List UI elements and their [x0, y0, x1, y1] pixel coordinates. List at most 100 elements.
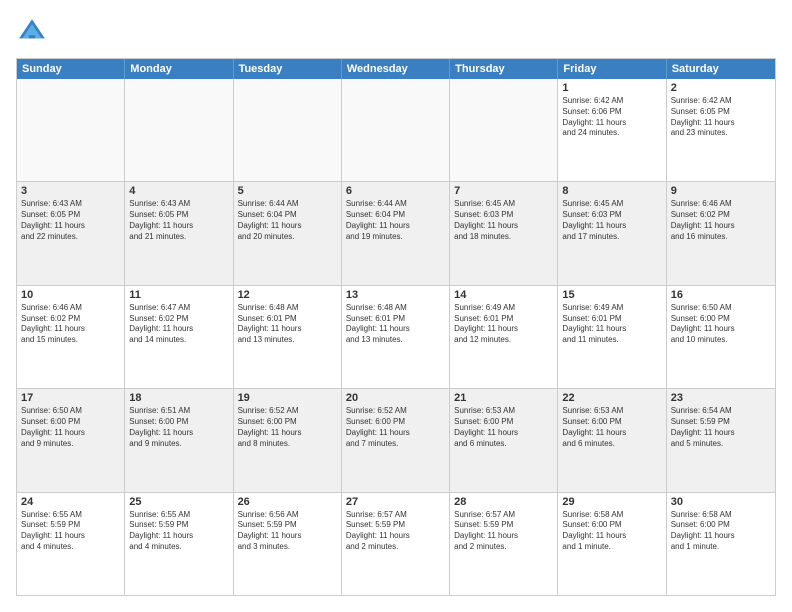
day-number: 13 [346, 289, 445, 301]
day-number: 14 [454, 289, 553, 301]
cell-info: Sunrise: 6:57 AM Sunset: 5:59 PM Dayligh… [454, 510, 553, 553]
cell-info: Sunrise: 6:54 AM Sunset: 5:59 PM Dayligh… [671, 406, 771, 449]
cell-info: Sunrise: 6:45 AM Sunset: 6:03 PM Dayligh… [562, 199, 661, 242]
day-number: 30 [671, 496, 771, 508]
day-number: 9 [671, 185, 771, 197]
day-number: 17 [21, 392, 120, 404]
calendar-cell: 13 Sunrise: 6:48 AM Sunset: 6:01 PM Dayli… [342, 286, 450, 388]
cell-info: Sunrise: 6:55 AM Sunset: 5:59 PM Dayligh… [21, 510, 120, 553]
day-number: 21 [454, 392, 553, 404]
cell-info: Sunrise: 6:48 AM Sunset: 6:01 PM Dayligh… [346, 303, 445, 346]
header-day-sunday: Sunday [17, 59, 125, 79]
calendar-cell: 17Sunrise: 6:50 AM Sunset: 6:00 PM Dayli… [17, 389, 125, 491]
day-number: 16 [671, 289, 771, 301]
day-number: 11 [129, 289, 228, 301]
header-day-wednesday: Wednesday [342, 59, 450, 79]
cell-info: Sunrise: 6:45 AM Sunset: 6:03 PM Dayligh… [454, 199, 553, 242]
cell-info: Sunrise: 6:50 AM Sunset: 6:00 PM Dayligh… [671, 303, 771, 346]
calendar-cell: 2Sunrise: 6:42 AM Sunset: 6:05 PM Daylig… [667, 79, 775, 181]
day-number: 5 [238, 185, 337, 197]
calendar-cell: 9 Sunrise: 6:46 AM Sunset: 6:02 PM Daylig… [667, 182, 775, 284]
calendar-cell: 8Sunrise: 6:45 AM Sunset: 6:03 PM Daylig… [558, 182, 666, 284]
calendar-body: 1Sunrise: 6:42 AM Sunset: 6:06 PM Daylig… [17, 79, 775, 595]
calendar-cell: 30 Sunrise: 6:58 AM Sunset: 6:00 PM Dayli… [667, 493, 775, 595]
day-number: 3 [21, 185, 120, 197]
cell-info: Sunrise: 6:53 AM Sunset: 6:00 PM Dayligh… [562, 406, 661, 449]
calendar-row-2: 10 Sunrise: 6:46 AM Sunset: 6:02 PM Dayli… [17, 285, 775, 388]
calendar-cell [342, 79, 450, 181]
cell-info: Sunrise: 6:43 AM Sunset: 6:05 PM Dayligh… [21, 199, 120, 242]
cell-info: Sunrise: 6:52 AM Sunset: 6:00 PM Dayligh… [238, 406, 337, 449]
calendar-cell: 28 Sunrise: 6:57 AM Sunset: 5:59 PM Dayli… [450, 493, 558, 595]
header-day-thursday: Thursday [450, 59, 558, 79]
cell-info: Sunrise: 6:51 AM Sunset: 6:00 PM Dayligh… [129, 406, 228, 449]
day-number: 6 [346, 185, 445, 197]
cell-info: Sunrise: 6:42 AM Sunset: 6:06 PM Dayligh… [562, 96, 661, 139]
header-day-friday: Friday [558, 59, 666, 79]
calendar-row-1: 3 Sunrise: 6:43 AM Sunset: 6:05 PM Daylig… [17, 181, 775, 284]
calendar-row-4: 24 Sunrise: 6:55 AM Sunset: 5:59 PM Dayli… [17, 492, 775, 595]
day-number: 23 [671, 392, 771, 404]
cell-info: Sunrise: 6:49 AM Sunset: 6:01 PM Dayligh… [562, 303, 661, 346]
calendar-cell [125, 79, 233, 181]
cell-info: Sunrise: 6:46 AM Sunset: 6:02 PM Dayligh… [671, 199, 771, 242]
header-day-saturday: Saturday [667, 59, 775, 79]
cell-info: Sunrise: 6:57 AM Sunset: 5:59 PM Dayligh… [346, 510, 445, 553]
calendar-cell: 22 Sunrise: 6:53 AM Sunset: 6:00 PM Dayli… [558, 389, 666, 491]
calendar-cell [450, 79, 558, 181]
day-number: 18 [129, 392, 228, 404]
cell-info: Sunrise: 6:49 AM Sunset: 6:01 PM Dayligh… [454, 303, 553, 346]
calendar-cell: 25 Sunrise: 6:55 AM Sunset: 5:59 PM Dayli… [125, 493, 233, 595]
calendar-cell [17, 79, 125, 181]
calendar-cell: 12 Sunrise: 6:48 AM Sunset: 6:01 PM Dayli… [234, 286, 342, 388]
header-day-monday: Monday [125, 59, 233, 79]
header-day-tuesday: Tuesday [234, 59, 342, 79]
day-number: 12 [238, 289, 337, 301]
calendar-row-3: 17Sunrise: 6:50 AM Sunset: 6:00 PM Dayli… [17, 388, 775, 491]
cell-info: Sunrise: 6:42 AM Sunset: 6:05 PM Dayligh… [671, 96, 771, 139]
calendar-cell: 1Sunrise: 6:42 AM Sunset: 6:06 PM Daylig… [558, 79, 666, 181]
calendar-cell: 3 Sunrise: 6:43 AM Sunset: 6:05 PM Daylig… [17, 182, 125, 284]
day-number: 22 [562, 392, 661, 404]
calendar-cell: 23 Sunrise: 6:54 AM Sunset: 5:59 PM Dayli… [667, 389, 775, 491]
cell-info: Sunrise: 6:47 AM Sunset: 6:02 PM Dayligh… [129, 303, 228, 346]
day-number: 15 [562, 289, 661, 301]
day-number: 24 [21, 496, 120, 508]
calendar-row-0: 1Sunrise: 6:42 AM Sunset: 6:06 PM Daylig… [17, 79, 775, 181]
cell-info: Sunrise: 6:44 AM Sunset: 6:04 PM Dayligh… [346, 199, 445, 242]
cell-info: Sunrise: 6:46 AM Sunset: 6:02 PM Dayligh… [21, 303, 120, 346]
calendar-cell: 20Sunrise: 6:52 AM Sunset: 6:00 PM Dayli… [342, 389, 450, 491]
calendar-cell: 4 Sunrise: 6:43 AM Sunset: 6:05 PM Daylig… [125, 182, 233, 284]
calendar-cell: 16 Sunrise: 6:50 AM Sunset: 6:00 PM Dayli… [667, 286, 775, 388]
cell-info: Sunrise: 6:56 AM Sunset: 5:59 PM Dayligh… [238, 510, 337, 553]
calendar-cell [234, 79, 342, 181]
day-number: 25 [129, 496, 228, 508]
day-number: 28 [454, 496, 553, 508]
day-number: 4 [129, 185, 228, 197]
logo [16, 16, 52, 48]
cell-info: Sunrise: 6:53 AM Sunset: 6:00 PM Dayligh… [454, 406, 553, 449]
calendar-cell: 11 Sunrise: 6:47 AM Sunset: 6:02 PM Dayli… [125, 286, 233, 388]
day-number: 26 [238, 496, 337, 508]
calendar-cell: 18 Sunrise: 6:51 AM Sunset: 6:00 PM Dayli… [125, 389, 233, 491]
calendar-cell: 6 Sunrise: 6:44 AM Sunset: 6:04 PM Daylig… [342, 182, 450, 284]
cell-info: Sunrise: 6:55 AM Sunset: 5:59 PM Dayligh… [129, 510, 228, 553]
day-number: 19 [238, 392, 337, 404]
calendar: SundayMondayTuesdayWednesdayThursdayFrid… [16, 58, 776, 596]
cell-info: Sunrise: 6:58 AM Sunset: 6:00 PM Dayligh… [671, 510, 771, 553]
calendar-cell: 5 Sunrise: 6:44 AM Sunset: 6:04 PM Daylig… [234, 182, 342, 284]
calendar-cell: 19 Sunrise: 6:52 AM Sunset: 6:00 PM Dayli… [234, 389, 342, 491]
cell-info: Sunrise: 6:43 AM Sunset: 6:05 PM Dayligh… [129, 199, 228, 242]
calendar-cell: 29 Sunrise: 6:58 AM Sunset: 6:00 PM Dayli… [558, 493, 666, 595]
cell-info: Sunrise: 6:44 AM Sunset: 6:04 PM Dayligh… [238, 199, 337, 242]
day-number: 10 [21, 289, 120, 301]
calendar-cell: 26 Sunrise: 6:56 AM Sunset: 5:59 PM Dayli… [234, 493, 342, 595]
logo-icon [16, 16, 48, 48]
calendar-header: SundayMondayTuesdayWednesdayThursdayFrid… [17, 59, 775, 79]
page: SundayMondayTuesdayWednesdayThursdayFrid… [0, 0, 792, 612]
day-number: 27 [346, 496, 445, 508]
cell-info: Sunrise: 6:48 AM Sunset: 6:01 PM Dayligh… [238, 303, 337, 346]
day-number: 29 [562, 496, 661, 508]
cell-info: Sunrise: 6:52 AM Sunset: 6:00 PM Dayligh… [346, 406, 445, 449]
cell-info: Sunrise: 6:58 AM Sunset: 6:00 PM Dayligh… [562, 510, 661, 553]
